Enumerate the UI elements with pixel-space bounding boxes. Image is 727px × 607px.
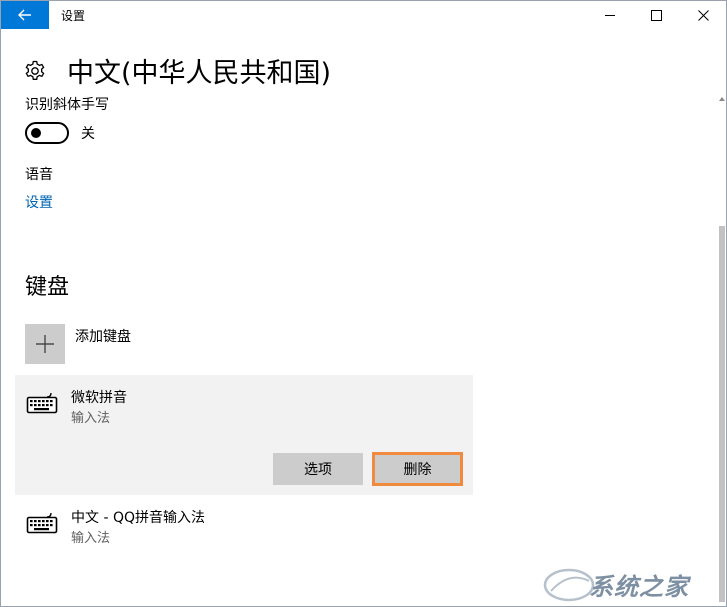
keyboard-item-type: 输入法 [71,531,111,546]
add-keyboard-button[interactable] [25,324,65,364]
keyboard-item-type: 输入法 [71,411,111,426]
keyboard-icon [26,512,58,534]
watermark-text: 系统之家 [589,573,689,601]
remove-button[interactable]: 删除 [372,452,463,486]
maximize-icon [650,9,662,21]
settings-window: 设置 中文(中华人民共和国) 识别斜体手写 关 语音 设置 键盘 添加键盘 微软… [0,0,727,607]
back-arrow-icon [18,9,31,21]
minimize-icon [604,14,615,16]
speech-label: 语音 [25,167,53,183]
keyboard-icon [26,392,58,414]
speech-settings-link[interactable]: 设置 [25,192,53,212]
window-title: 设置 [61,9,86,23]
handwriting-toggle[interactable] [25,122,69,144]
scrollbar-thumb[interactable] [719,226,725,602]
scroll-up-arrow-icon[interactable] [719,96,725,102]
toggle-knob [31,128,41,138]
toggle-state-label: 关 [81,126,95,142]
handwriting-label: 识别斜体手写 [25,97,109,113]
close-button[interactable] [680,1,726,29]
keyboard-item-name[interactable]: 中文 - QQ拼音输入法 [71,507,205,527]
options-button[interactable]: 选项 [273,453,363,485]
title-bar: 设置 [1,1,726,29]
add-keyboard-label[interactable]: 添加键盘 [75,326,131,346]
maximize-button[interactable] [633,1,679,29]
close-icon [697,9,709,21]
keyboard-item-name: 微软拼音 [71,390,127,406]
keyboard-heading: 键盘 [25,275,70,300]
gear-icon [25,60,45,80]
back-button[interactable] [1,1,49,29]
page-title: 中文(中华人民共和国) [67,58,332,89]
minimize-button[interactable] [587,1,633,29]
plus-icon [36,335,54,353]
